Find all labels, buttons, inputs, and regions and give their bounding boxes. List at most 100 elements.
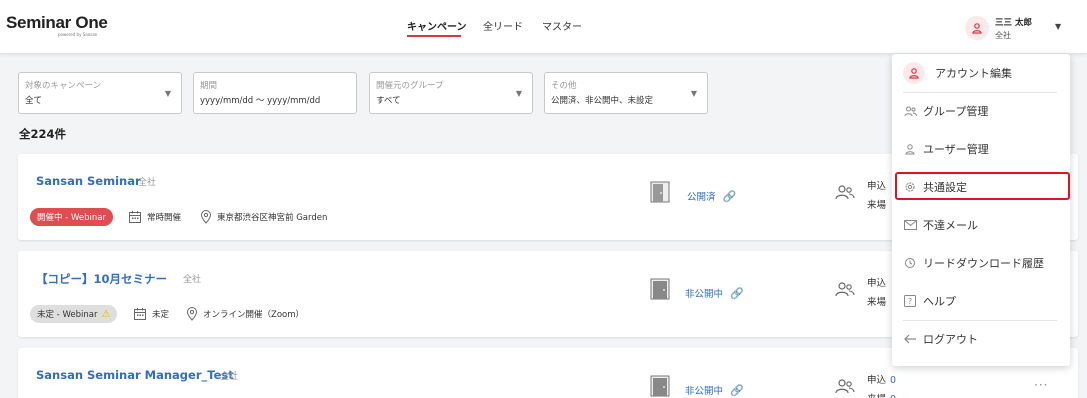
person-icon (903, 62, 925, 84)
menu-item-common-settings[interactable]: 共通設定 (892, 172, 1070, 202)
more-options-icon[interactable]: ··· (1034, 378, 1048, 392)
menu-item-account-edit[interactable]: アカウント編集 (892, 58, 1070, 88)
menu-item-user-management[interactable]: ユーザー管理 (892, 134, 1070, 164)
status-badge: 開催中 - Webinar (30, 208, 113, 226)
logo-text: Seminar One (6, 13, 108, 32)
period-filter[interactable]: 期間 yyyy/mm/dd 〜 yyyy/mm/dd (193, 72, 357, 114)
group-filter[interactable]: 開催元のグループ すべて ▼ (369, 72, 533, 114)
menu-item-help[interactable]: ? ヘルプ (892, 286, 1070, 316)
location-text: 東京都渋谷区神宮前 Garden (217, 213, 328, 223)
publish-status[interactable]: 公開済 🔗 (687, 189, 737, 204)
mail-icon (903, 218, 917, 232)
campaign-title[interactable]: Sansan Seminar Manager_Test (36, 368, 234, 382)
filter-value: 全て (25, 96, 43, 106)
help-icon: ? (903, 294, 917, 308)
location-pin-icon (186, 307, 198, 321)
campaign-org: 全社 (138, 178, 157, 188)
menu-label: ユーザー管理 (923, 143, 989, 156)
user-org: 全社 (995, 31, 1011, 40)
menu-label: 共通設定 (923, 181, 967, 194)
chevron-down-icon[interactable]: ▼ (1055, 22, 1061, 31)
publish-status-text: 非公開中 (685, 386, 724, 397)
gear-icon (903, 180, 917, 194)
schedule-info: 常時開催 (128, 210, 181, 224)
svg-text:?: ? (908, 297, 912, 306)
menu-divider (903, 92, 1057, 93)
campaign-title[interactable]: Sansan Seminar (36, 174, 141, 188)
people-icon (835, 378, 855, 398)
schedule-text: 未定 (152, 310, 170, 320)
location-text: オンライン開催（Zoom） (203, 310, 305, 320)
active-tab-indicator (407, 35, 461, 37)
menu-item-bounce-mail[interactable]: 不達メール (892, 210, 1070, 240)
filter-label: 開催元のグループ (376, 81, 444, 91)
avatar[interactable] (965, 16, 989, 40)
app-header: Seminar One powered by Sansan キャンペーン 全リー… (0, 0, 1087, 54)
publish-status[interactable]: 非公開中 🔗 (685, 286, 744, 301)
publish-status-text: 公開済 (687, 192, 716, 203)
menu-label: アカウント編集 (935, 67, 1012, 80)
tab-campaigns[interactable]: キャンペーン (407, 18, 467, 33)
filter-label: 対象のキャンペーン (25, 81, 102, 91)
status-badge: 未定 - Webinar ⚠ (30, 305, 118, 323)
logout-icon (903, 332, 917, 346)
menu-label: グループ管理 (923, 105, 989, 118)
menu-label: ログアウト (923, 333, 978, 346)
filter-label: その他 (551, 81, 577, 91)
filter-value: yyyy/mm/dd 〜 yyyy/mm/dd (200, 96, 321, 106)
applications-count: 申込 0 (867, 375, 897, 386)
link-icon[interactable]: 🔗 (723, 190, 737, 203)
visitors-count: 来場0 (867, 391, 896, 398)
campaign-filter[interactable]: 対象のキャンペーン 全て ▼ (18, 72, 182, 114)
location-info: オンライン開催（Zoom） (186, 307, 304, 321)
menu-item-group-management[interactable]: グループ管理 (892, 96, 1070, 126)
user-name: 三三 太郎 (995, 18, 1032, 28)
tab-all-leads[interactable]: 全リード (483, 18, 523, 33)
filter-value: すべて (376, 96, 401, 106)
chevron-down-icon: ▼ (164, 89, 171, 98)
logo[interactable]: Seminar One powered by Sansan (6, 13, 108, 37)
menu-item-logout[interactable]: ログアウト (892, 324, 1070, 354)
link-icon[interactable]: 🔗 (730, 384, 744, 397)
campaign-title[interactable]: 【コピー】10月セミナー (36, 271, 167, 287)
menu-divider (903, 320, 1057, 321)
location-info: 東京都渋谷区神宮前 Garden (200, 210, 327, 224)
visitors-count: 来場 (867, 297, 887, 308)
location-pin-icon (200, 210, 212, 224)
person-icon (972, 23, 982, 34)
schedule-info: 未定 (133, 307, 169, 321)
menu-item-lead-download-history[interactable]: リードダウンロード履歴 (892, 248, 1070, 278)
people-icon (835, 184, 855, 204)
logo-subtext: powered by Sansan (58, 32, 98, 37)
door-icon (650, 181, 670, 207)
applications-count: 申込 (867, 181, 887, 192)
campaign-org: 全社 (183, 275, 202, 285)
publish-status-text: 非公開中 (685, 289, 724, 300)
publish-status[interactable]: 非公開中 🔗 (685, 383, 744, 398)
calendar-icon (134, 308, 146, 320)
total-count: 全224件 (19, 127, 67, 141)
door-icon (650, 278, 670, 304)
group-icon (903, 104, 917, 118)
warning-icon: ⚠ (101, 308, 111, 320)
calendar-icon (129, 211, 141, 223)
link-icon[interactable]: 🔗 (730, 287, 744, 300)
filter-label: 期間 (200, 81, 218, 91)
user-icon (903, 142, 917, 156)
menu-label: リードダウンロード履歴 (923, 257, 1044, 270)
campaign-org: 全社 (220, 372, 239, 382)
chevron-down-icon: ▼ (515, 89, 522, 98)
filter-value: 公開済、非公開中、未設定 (551, 96, 654, 106)
other-filter[interactable]: その他 公開済、非公開中、未設定 ▼ (544, 72, 708, 114)
door-icon (650, 375, 670, 398)
applications-count: 申込 (867, 278, 887, 289)
chevron-down-icon: ▼ (690, 89, 697, 98)
history-icon (903, 256, 917, 270)
menu-label: 不達メール (923, 219, 978, 232)
schedule-text: 常時開催 (147, 213, 182, 223)
account-menu: アカウント編集 グループ管理 ユーザー管理 共通設定 不達メール リードダウンロ… (892, 54, 1070, 366)
visitors-count: 来場 (867, 200, 887, 211)
menu-label: ヘルプ (923, 295, 956, 308)
people-icon (835, 281, 855, 301)
tab-master[interactable]: マスター (542, 18, 582, 33)
